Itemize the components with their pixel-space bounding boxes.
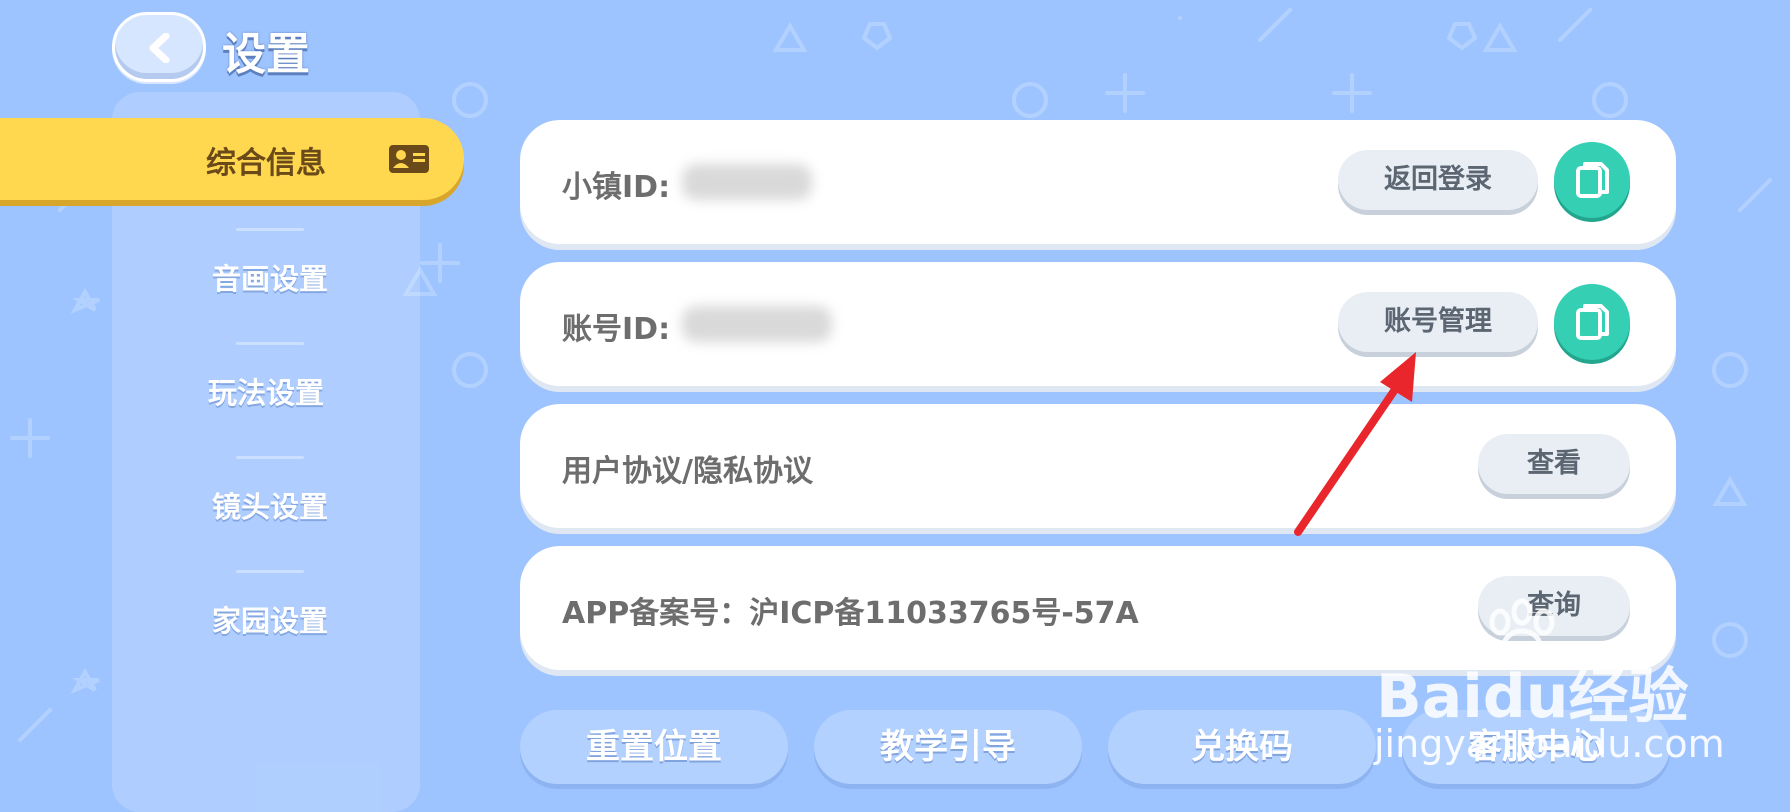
- watermark-url: jingyan.baidu.com: [1374, 722, 1725, 766]
